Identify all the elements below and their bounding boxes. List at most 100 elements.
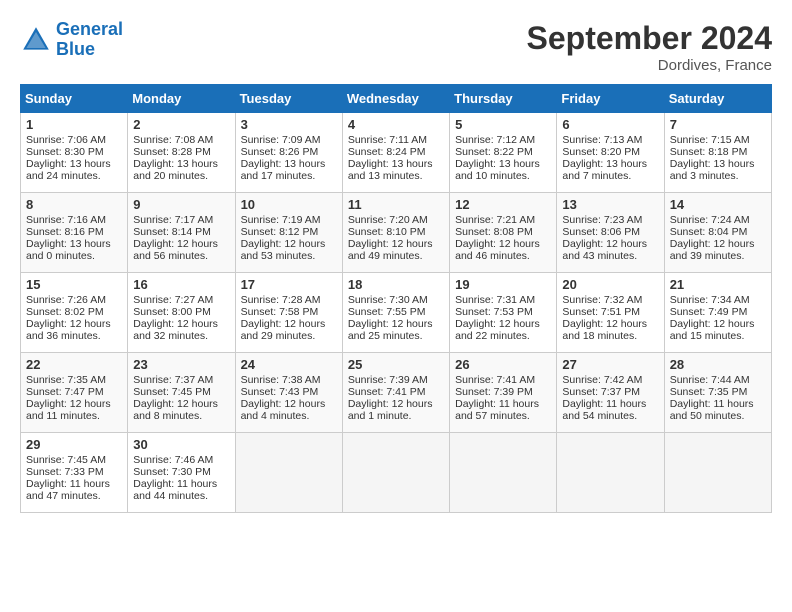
daylight-text: Daylight: 12 hours and 11 minutes.: [26, 398, 122, 422]
day-number: 26: [455, 357, 551, 372]
daylight-text: Daylight: 13 hours and 13 minutes.: [348, 158, 444, 182]
sunrise-text: Sunrise: 7:17 AM: [133, 214, 229, 226]
calendar-table: SundayMondayTuesdayWednesdayThursdayFrid…: [20, 84, 772, 513]
calendar-cell: 4 Sunrise: 7:11 AMSunset: 8:24 PMDaylight…: [342, 113, 449, 193]
day-number: 23: [133, 357, 229, 372]
daylight-text: Daylight: 12 hours and 56 minutes.: [133, 238, 229, 262]
daylight-text: Daylight: 12 hours and 1 minute.: [348, 398, 444, 422]
calendar-cell: 1Sunrise: 7:06 AMSunset: 8:30 PMDaylight…: [21, 113, 128, 193]
daylight-text: Daylight: 12 hours and 18 minutes.: [562, 318, 658, 342]
day-number: 27: [562, 357, 658, 372]
sunset-text: Sunset: 7:41 PM: [348, 386, 444, 398]
sunset-text: Sunset: 8:28 PM: [133, 146, 229, 158]
day-number: 20: [562, 277, 658, 292]
day-number: 22: [26, 357, 122, 372]
daylight-text: Daylight: 12 hours and 36 minutes.: [26, 318, 122, 342]
calendar-cell: 7Sunrise: 7:15 AMSunset: 8:18 PMDaylight…: [664, 113, 771, 193]
daylight-text: Daylight: 12 hours and 22 minutes.: [455, 318, 551, 342]
header: General Blue September 2024 Dordives, Fr…: [20, 20, 772, 74]
day-number: 10: [241, 197, 337, 212]
sunset-text: Sunset: 7:35 PM: [670, 386, 766, 398]
daylight-text: Daylight: 11 hours and 54 minutes.: [562, 398, 658, 422]
sunset-text: Sunset: 7:53 PM: [455, 306, 551, 318]
header-row: SundayMondayTuesdayWednesdayThursdayFrid…: [21, 85, 772, 113]
logo-blue: Blue: [56, 39, 95, 59]
sunset-text: Sunset: 8:26 PM: [241, 146, 337, 158]
day-number: 12: [455, 197, 551, 212]
sunset-text: Sunset: 8:12 PM: [241, 226, 337, 238]
calendar-cell: [664, 433, 771, 513]
calendar-cell: [342, 433, 449, 513]
day-number: 14: [670, 197, 766, 212]
week-row-2: 8 Sunrise: 7:16 AMSunset: 8:16 PM Daylight…: [21, 193, 772, 273]
sunset-text: Sunset: 8:16 PM: [26, 226, 122, 238]
calendar-cell: 20 Sunrise: 7:32 AMSunset: 7:51 PMDayligh…: [557, 273, 664, 353]
daylight-text: Daylight: 13 hours and 20 minutes.: [133, 158, 229, 182]
sunset-text: Sunset: 8:04 PM: [670, 226, 766, 238]
sunrise-text: Sunrise: 7:15 AM: [670, 134, 766, 146]
calendar-cell: 8Sunrise: 7:16 AMSunset: 8:16 PMDaylight…: [21, 193, 128, 273]
sunrise-text: Sunrise: 7:27 AM: [133, 294, 229, 306]
calendar-cell: 18Sunrise: 7:30 AMSunset: 7:55 PMDayligh…: [342, 273, 449, 353]
sunrise-text: Sunrise: 7:32 AM: [562, 294, 658, 306]
header-cell-saturday: Saturday: [664, 85, 771, 113]
day-number: 21: [670, 277, 766, 292]
sunrise-text: Sunrise: 7:35 AM: [26, 374, 122, 386]
sunset-text: Sunset: 8:06 PM: [562, 226, 658, 238]
daylight-text: Daylight: 12 hours and 15 minutes.: [670, 318, 766, 342]
sunset-text: Sunset: 8:20 PM: [562, 146, 658, 158]
sunrise-text: Sunrise: 7:21 AM: [455, 214, 551, 226]
sunset-text: Sunset: 7:33 PM: [26, 466, 122, 478]
sunrise-text: Sunrise: 7:44 AM: [670, 374, 766, 386]
daylight-text: Daylight: 12 hours and 8 minutes.: [133, 398, 229, 422]
day-number: 18: [348, 277, 444, 292]
day-number: 8: [26, 197, 122, 212]
sunset-text: Sunset: 8:24 PM: [348, 146, 444, 158]
sunrise-text: Sunrise: 7:45 AM: [26, 454, 122, 466]
week-row-4: 22Sunrise: 7:35 AMSunset: 7:47 PMDayligh…: [21, 353, 772, 433]
sunset-text: Sunset: 7:55 PM: [348, 306, 444, 318]
calendar-cell: 22Sunrise: 7:35 AMSunset: 7:47 PMDayligh…: [21, 353, 128, 433]
calendar-cell: 25Sunrise: 7:39 AMSunset: 7:41 PMDayligh…: [342, 353, 449, 433]
calendar-cell: 21Sunrise: 7:34 AMSunset: 7:49 PMDayligh…: [664, 273, 771, 353]
week-row-5: 29Sunrise: 7:45 AMSunset: 7:33 PMDayligh…: [21, 433, 772, 513]
location: Dordives, France: [527, 57, 772, 74]
calendar-cell: 5Sunrise: 7:12 AMSunset: 8:22 PMDaylight…: [450, 113, 557, 193]
daylight-text: Daylight: 12 hours and 43 minutes.: [562, 238, 658, 262]
sunrise-text: Sunrise: 7:06 AM: [26, 134, 122, 146]
logo-text: General Blue: [56, 20, 123, 60]
sunset-text: Sunset: 7:37 PM: [562, 386, 658, 398]
sunrise-text: Sunrise: 7:28 AM: [241, 294, 337, 306]
day-number: 9: [133, 197, 229, 212]
day-number: 17: [241, 277, 337, 292]
sunrise-text: Sunrise: 7:23 AM: [562, 214, 658, 226]
sunrise-text: Sunrise: 7:46 AM: [133, 454, 229, 466]
calendar-cell: 14Sunrise: 7:24 AMSunset: 8:04 PMDayligh…: [664, 193, 771, 273]
day-number: 13: [562, 197, 658, 212]
sunset-text: Sunset: 8:22 PM: [455, 146, 551, 158]
sunset-text: Sunset: 7:51 PM: [562, 306, 658, 318]
header-cell-wednesday: Wednesday: [342, 85, 449, 113]
header-cell-monday: Monday: [128, 85, 235, 113]
sunrise-text: Sunrise: 7:16 AM: [26, 214, 122, 226]
daylight-text: Daylight: 11 hours and 50 minutes.: [670, 398, 766, 422]
header-cell-sunday: Sunday: [21, 85, 128, 113]
day-number: 7: [670, 117, 766, 132]
sunrise-text: Sunrise: 7:42 AM: [562, 374, 658, 386]
week-row-1: 1Sunrise: 7:06 AMSunset: 8:30 PMDaylight…: [21, 113, 772, 193]
calendar-cell: 28Sunrise: 7:44 AMSunset: 7:35 PMDayligh…: [664, 353, 771, 433]
daylight-text: Daylight: 11 hours and 57 minutes.: [455, 398, 551, 422]
sunrise-text: Sunrise: 7:41 AM: [455, 374, 551, 386]
sunset-text: Sunset: 8:02 PM: [26, 306, 122, 318]
sunrise-text: Sunrise: 7:11 AM: [348, 134, 444, 146]
sunrise-text: Sunrise: 7:20 AM: [348, 214, 444, 226]
sunset-text: Sunset: 7:30 PM: [133, 466, 229, 478]
calendar-cell: 19Sunrise: 7:31 AMSunset: 7:53 PMDayligh…: [450, 273, 557, 353]
calendar-cell: 26Sunrise: 7:41 AMSunset: 7:39 PMDayligh…: [450, 353, 557, 433]
calendar-cell: 29Sunrise: 7:45 AMSunset: 7:33 PMDayligh…: [21, 433, 128, 513]
calendar-cell: 15Sunrise: 7:26 AMSunset: 8:02 PMDayligh…: [21, 273, 128, 353]
daylight-text: Daylight: 13 hours and 7 minutes.: [562, 158, 658, 182]
sunrise-text: Sunrise: 7:12 AM: [455, 134, 551, 146]
day-number: 4: [348, 117, 444, 132]
logo-icon: [20, 24, 52, 56]
